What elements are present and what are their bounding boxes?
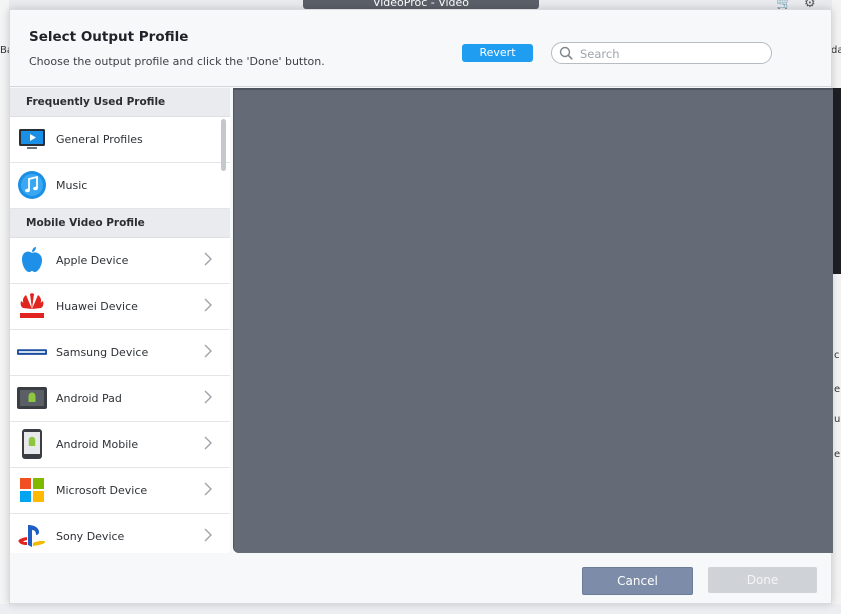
list-scrollbar-thumb[interactable] bbox=[221, 119, 226, 171]
chevron-right-icon bbox=[204, 436, 212, 450]
done-button[interactable]: Done bbox=[708, 567, 817, 593]
search-icon bbox=[559, 46, 573, 60]
section-header-frequently-used: Frequently Used Profile bbox=[10, 88, 230, 117]
background-left-edge bbox=[0, 0, 9, 614]
list-item-label: Android Mobile bbox=[56, 438, 139, 451]
music-note-icon bbox=[17, 170, 47, 200]
chevron-right-icon bbox=[204, 482, 212, 496]
chevron-right-icon bbox=[204, 252, 212, 266]
search-box[interactable] bbox=[551, 42, 772, 64]
list-item-label: General Profiles bbox=[56, 133, 143, 146]
background-text-fragment-right: da bbox=[831, 45, 841, 56]
list-item-music[interactable]: Music bbox=[10, 163, 230, 209]
android-pad-icon bbox=[17, 383, 47, 413]
cancel-button[interactable]: Cancel bbox=[582, 567, 693, 595]
list-item-apple-device[interactable]: Apple Device bbox=[10, 238, 230, 284]
list-item-samsung-device[interactable]: Samsung Device bbox=[10, 330, 230, 376]
microsoft-logo-icon bbox=[17, 475, 47, 505]
list-item-android-mobile[interactable]: Android Mobile bbox=[10, 422, 230, 468]
profile-category-list: Frequently Used Profile General Profiles bbox=[10, 88, 230, 553]
background-text-fragment: e bbox=[834, 384, 841, 395]
chevron-right-icon bbox=[204, 344, 212, 358]
profile-detail-panel bbox=[233, 88, 833, 553]
android-mobile-icon bbox=[17, 429, 47, 459]
list-item-sony-device[interactable]: Sony Device bbox=[10, 514, 230, 553]
chevron-right-icon bbox=[204, 528, 212, 542]
section-header-mobile-video: Mobile Video Profile bbox=[10, 209, 230, 238]
revert-button[interactable]: Revert bbox=[462, 44, 533, 62]
list-item-label: Microsoft Device bbox=[56, 484, 148, 497]
background-bottom-edge bbox=[0, 604, 841, 614]
huawei-logo-icon bbox=[17, 291, 47, 321]
apple-logo-icon bbox=[17, 245, 47, 275]
list-item-label: Music bbox=[56, 179, 88, 192]
samsung-logo-icon bbox=[17, 337, 47, 367]
dialog-header: Select Output Profile Choose the output … bbox=[10, 10, 831, 87]
list-item-android-pad[interactable]: Android Pad bbox=[10, 376, 230, 422]
chevron-right-icon bbox=[204, 390, 212, 404]
background-text-fragment: e bbox=[834, 449, 841, 460]
select-output-profile-dialog: Select Output Profile Choose the output … bbox=[9, 9, 833, 604]
list-item-huawei-device[interactable]: Huawei Device bbox=[10, 284, 230, 330]
search-input[interactable] bbox=[578, 45, 767, 62]
dialog-subtitle: Choose the output profile and click the … bbox=[29, 55, 325, 68]
chevron-right-icon bbox=[204, 298, 212, 312]
list-item-label: Sony Device bbox=[56, 530, 125, 543]
list-item-label: Apple Device bbox=[56, 254, 129, 267]
background-text-fragment: u bbox=[834, 414, 841, 425]
list-item-label: Samsung Device bbox=[56, 346, 149, 359]
dialog-title: Select Output Profile bbox=[29, 29, 189, 45]
list-item-label: Android Pad bbox=[56, 392, 122, 405]
list-item-general-profiles[interactable]: General Profiles bbox=[10, 117, 230, 163]
background-window-title: VideoProc - Video bbox=[303, 0, 539, 9]
background-text-fragment: c bbox=[834, 350, 840, 361]
background-video-area bbox=[832, 88, 841, 274]
playstation-logo-icon bbox=[17, 521, 47, 551]
list-item-label: Huawei Device bbox=[56, 300, 138, 313]
monitor-icon bbox=[17, 124, 47, 154]
list-item-microsoft-device[interactable]: Microsoft Device bbox=[10, 468, 230, 514]
